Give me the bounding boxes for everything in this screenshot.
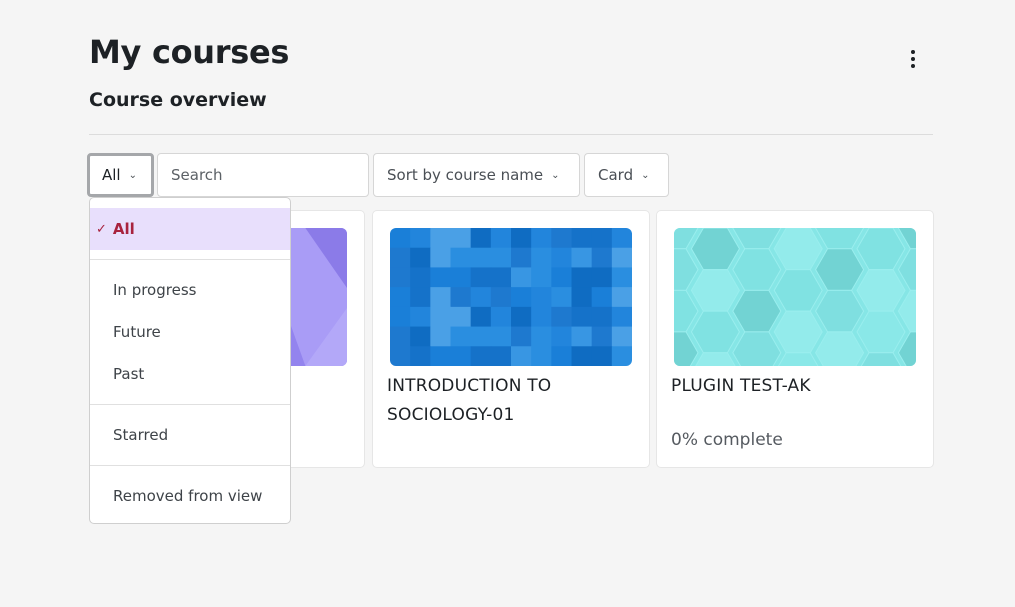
filter-option-removed[interactable]: Removed from view	[90, 475, 290, 517]
chevron-down-icon: ⌄	[641, 169, 650, 181]
teal-hexagon-pattern	[674, 228, 916, 366]
filter-dropdown-button[interactable]: All ⌄	[87, 153, 154, 197]
option-label: All	[112, 220, 135, 238]
checkmark-icon: ✓	[96, 221, 107, 237]
filter-dropdown-menu: ✓ All In progress Future Past Starred Re…	[89, 197, 291, 524]
chevron-down-icon: ⌄	[551, 169, 560, 181]
filter-option-in-progress[interactable]: In progress	[90, 269, 290, 311]
blue-mosaic-pattern	[390, 228, 632, 366]
course-name-link[interactable]: INTRODUCTION TO SOCIOLOGY-01	[387, 372, 635, 430]
option-label: Removed from view	[113, 487, 263, 505]
sort-label: Sort by course name	[387, 166, 544, 184]
option-label: Future	[113, 323, 161, 341]
option-label: In progress	[113, 281, 197, 299]
filter-label: All	[102, 166, 121, 184]
chevron-down-icon: ⌄	[128, 169, 137, 181]
sort-dropdown-button[interactable]: Sort by course name ⌄	[373, 153, 580, 197]
page-title: My courses	[89, 33, 290, 71]
filter-option-future[interactable]: Future	[90, 311, 290, 353]
progress-text: 0% complete	[671, 430, 783, 450]
menu-divider	[90, 404, 290, 405]
course-thumbnail[interactable]	[390, 228, 632, 366]
view-dropdown-button[interactable]: Card ⌄	[584, 153, 669, 197]
more-actions-icon[interactable]	[902, 48, 924, 70]
filter-option-starred[interactable]: Starred	[90, 414, 290, 456]
option-label: Starred	[113, 426, 169, 444]
course-card[interactable]: INTRODUCTION TO SOCIOLOGY-01	[372, 210, 650, 468]
course-name-link[interactable]: PLUGIN TEST-AK	[671, 372, 919, 401]
view-label: Card	[598, 166, 634, 184]
menu-divider	[90, 259, 290, 260]
search-input[interactable]	[171, 166, 355, 184]
section-title: Course overview	[89, 89, 267, 111]
menu-divider	[90, 465, 290, 466]
search-field[interactable]	[157, 153, 369, 197]
course-card[interactable]: PLUGIN TEST-AK 0% complete	[656, 210, 934, 468]
filter-option-all[interactable]: ✓ All	[90, 208, 290, 250]
filter-option-past[interactable]: Past	[90, 353, 290, 395]
divider	[89, 134, 933, 135]
option-label: Past	[113, 365, 145, 383]
course-thumbnail[interactable]	[674, 228, 916, 366]
